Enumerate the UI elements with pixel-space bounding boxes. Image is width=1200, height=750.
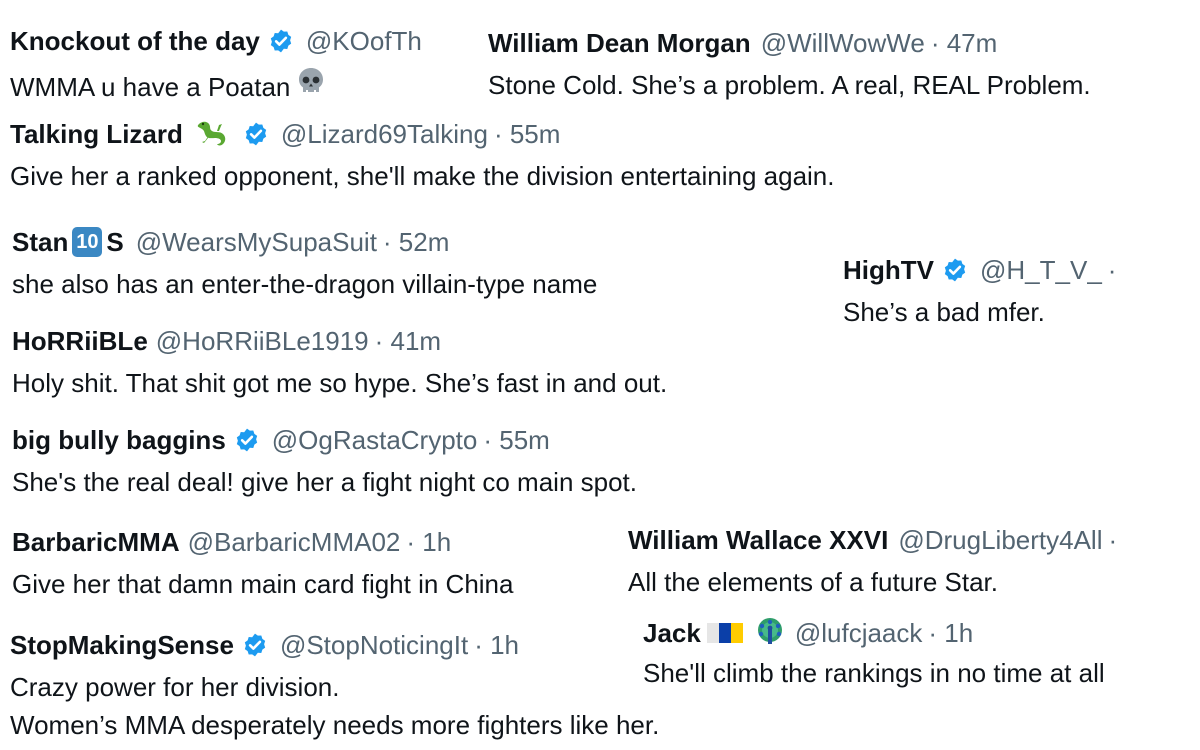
verified-badge-icon — [243, 121, 269, 147]
user-handle[interactable]: @OgRastaCrypto — [272, 425, 478, 456]
display-name[interactable]: Knockout of the day — [10, 26, 260, 57]
lizard-icon — [189, 118, 235, 150]
display-name[interactable]: big bully baggins — [12, 425, 226, 456]
timestamp[interactable]: · 1h — [928, 618, 973, 649]
tweet-text: WMMA u have a Poatan — [10, 66, 482, 104]
tweet-header: William Dean Morgan @WillWowWe · 47m — [488, 26, 1091, 60]
verified-badge-icon — [234, 427, 260, 453]
display-name[interactable]: HoRRiiBLe — [12, 326, 148, 357]
verified-badge-icon — [242, 632, 268, 658]
timestamp[interactable]: · 41m — [375, 326, 441, 357]
tweet-text: Stone Cold. She’s a problem. A real, REA… — [488, 70, 1091, 100]
tweet-jack[interactable]: Jack @lufcjaack · 1h She'll climb the ra… — [643, 616, 1105, 690]
tweet-hightv[interactable]: HighTV @H_T_V_ · She’s a bad mfer. — [843, 253, 1116, 329]
tweet-stopmakingsense[interactable]: StopMakingSense @StopNoticingIt · 1h Cra… — [10, 628, 659, 742]
tweet-text: Give her a ranked opponent, she'll make … — [10, 161, 835, 191]
display-name[interactable]: Talking Lizard — [10, 119, 183, 150]
display-name[interactable]: William Wallace XXVI — [628, 525, 888, 556]
tweet-text: Give her that damn main card fight in Ch… — [12, 569, 514, 599]
display-name[interactable]: William Dean Morgan — [488, 28, 751, 59]
timestamp[interactable]: · — [1108, 525, 1117, 556]
tweet-text: she also has an enter-the-dragon villain… — [12, 269, 598, 299]
tweet-barbaricmma[interactable]: BarbaricMMA @BarbaricMMA02 · 1h Give her… — [12, 525, 513, 601]
display-name[interactable]: Jack — [643, 618, 701, 649]
timestamp[interactable]: · 47m — [931, 28, 997, 59]
tweet-text: She’s a bad mfer. — [843, 297, 1045, 327]
display-name[interactable]: BarbaricMMA — [12, 527, 180, 558]
keycap-ten-icon: 10 — [72, 227, 103, 257]
tweet-knockout[interactable]: Knockout of the day @KOofTh WMMA u have … — [10, 24, 482, 104]
tweet-header: HoRRiiBLe @HoRRiiBLe1919 · 41m — [12, 324, 667, 358]
display-name[interactable]: Stan — [12, 227, 68, 258]
tweet-text: She'll climb the rankings in no time at … — [643, 658, 1105, 688]
tweet-horriible[interactable]: HoRRiiBLe @HoRRiiBLe1919 · 41m Holy shit… — [12, 324, 667, 400]
display-name-suffix[interactable]: S — [106, 227, 123, 258]
user-handle[interactable]: @WearsMySupaSuit — [136, 227, 377, 258]
timestamp[interactable]: · 1h — [406, 527, 451, 558]
tweet-header: HighTV @H_T_V_ · — [843, 253, 1116, 287]
user-handle[interactable]: @KOofTh — [306, 26, 422, 57]
tweet-header: Talking Lizard @Lizard69Talking · 55m — [10, 117, 834, 151]
tweet-header: William Wallace XXVI @DrugLiberty4All · — [628, 523, 1200, 557]
user-handle[interactable]: @Lizard69Talking — [281, 119, 488, 150]
tweet-header: StopMakingSense @StopNoticingIt · 1h — [10, 628, 659, 662]
tweet-big-bully-baggins[interactable]: big bully baggins @OgRastaCrypto · 55m S… — [12, 423, 637, 499]
tweet-text-line-2: Women’s MMA desperately needs more fight… — [10, 710, 660, 740]
peacock-icon — [751, 617, 787, 649]
tweet-stan[interactable]: Stan 10 S @WearsMySupaSuit · 52m she als… — [12, 225, 597, 301]
user-handle[interactable]: @DrugLiberty4All — [898, 525, 1102, 556]
flag-icon — [703, 619, 745, 647]
tweet-header: Jack @lufcjaack · 1h — [643, 616, 1105, 650]
timestamp[interactable]: · 55m — [483, 425, 549, 456]
user-handle[interactable]: @WillWowWe — [761, 28, 925, 59]
user-handle[interactable]: @StopNoticingIt — [280, 630, 468, 661]
tweet-header: Knockout of the day @KOofTh — [10, 24, 482, 58]
skull-icon — [296, 66, 326, 96]
display-name[interactable]: HighTV — [843, 255, 934, 286]
user-handle[interactable]: @H_T_V_ — [980, 255, 1102, 286]
timestamp[interactable]: · 52m — [383, 227, 449, 258]
verified-badge-icon — [942, 257, 968, 283]
timestamp[interactable]: · — [1108, 255, 1117, 286]
tweet-talking-lizard[interactable]: Talking Lizard @Lizard69Talking · 55m Gi… — [10, 117, 834, 193]
user-handle[interactable]: @HoRRiiBLe1919 — [156, 326, 369, 357]
tweet-header: big bully baggins @OgRastaCrypto · 55m — [12, 423, 637, 457]
display-name[interactable]: StopMakingSense — [10, 630, 234, 661]
tweet-text: She's the real deal! give her a fight ni… — [12, 467, 638, 497]
tweet-text: Holy shit. That shit got me so hype. She… — [12, 368, 668, 398]
timestamp[interactable]: · 55m — [494, 119, 560, 150]
user-handle[interactable]: @lufcjaack — [795, 618, 923, 649]
tweet-william-wallace[interactable]: William Wallace XXVI @DrugLiberty4All · … — [628, 523, 1200, 599]
tweet-william-dean-morgan[interactable]: William Dean Morgan @WillWowWe · 47m Sto… — [488, 26, 1091, 102]
verified-badge-icon — [268, 28, 294, 54]
tweet-header: Stan 10 S @WearsMySupaSuit · 52m — [12, 225, 597, 259]
tweet-text-content: WMMA u have a Poatan — [10, 72, 291, 102]
tweet-header: BarbaricMMA @BarbaricMMA02 · 1h — [12, 525, 513, 559]
tweet-text: All the elements of a future Star. — [628, 567, 998, 597]
tweet-text-line-1: Crazy power for her division. — [10, 672, 340, 702]
user-handle[interactable]: @BarbaricMMA02 — [188, 527, 401, 558]
timestamp[interactable]: · 1h — [474, 630, 519, 661]
